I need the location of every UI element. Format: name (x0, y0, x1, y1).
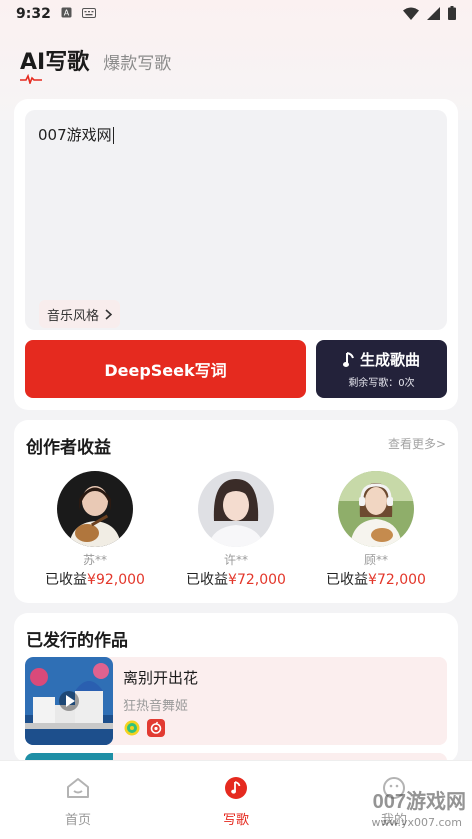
remaining-count: 剩余写歌：0次 (348, 378, 415, 389)
earnings-label: 已收益 (45, 572, 88, 588)
tab-hit-songs[interactable]: 爆款写歌 (103, 49, 171, 74)
avatar (338, 471, 414, 547)
creator-earnings: 已收益¥72,000 (176, 569, 296, 589)
creator-earnings-card: 创作者收益 查看更多> 苏** 已收益¥92,000 许** 已收益¥72,00… (14, 420, 458, 603)
qq-music-icon[interactable] (123, 719, 141, 737)
music-note-icon (186, 775, 286, 801)
netease-music-icon[interactable] (147, 719, 165, 737)
lyrics-editor-card: 007游戏网 音乐风格 DeepSeek写词 生成歌曲 剩余写歌：0次 (14, 99, 458, 410)
music-style-button[interactable]: 音乐风格 (39, 300, 121, 328)
song-title: 离别开出花 (123, 669, 199, 687)
earnings-amount: ¥92,000 (87, 572, 145, 588)
song-artist: 狂热音舞姬 (123, 699, 189, 714)
platform-icons (123, 719, 165, 737)
creator-name: 许** (223, 553, 248, 567)
generate-song-button[interactable]: 生成歌曲 剩余写歌：0次 (316, 340, 447, 398)
creator-name: 苏** (82, 553, 107, 567)
list-item[interactable]: 离别开出花 狂热音舞姬 (25, 657, 447, 745)
status-time: 9:32 (16, 6, 51, 22)
tab-home-label: 首页 (64, 813, 91, 828)
creator-earnings: 已收益¥72,000 (316, 569, 436, 589)
cellular-signal-icon (427, 6, 440, 24)
creator-card[interactable]: 苏** 已收益¥92,000 (35, 471, 155, 589)
avatar (57, 471, 133, 547)
creator-card[interactable]: 顾** 已收益¥72,000 (316, 471, 436, 589)
lyrics-input-text: 007游戏网 (38, 126, 112, 144)
svg-text:A: A (64, 9, 70, 18)
earnings-amount: ¥72,000 (228, 572, 286, 588)
tab-write-song-label: 写歌 (222, 813, 249, 828)
released-works-card: 已发行的作品 离别开出花 狂热音舞姬 (14, 613, 458, 763)
play-icon[interactable] (25, 657, 113, 745)
home-icon (28, 775, 128, 801)
earnings-label: 已收益 (186, 572, 229, 588)
page-title: AI写歌 (20, 50, 90, 75)
deepseek-button-label: DeepSeek写词 (104, 361, 227, 380)
watermark-logo: 007游戏网 (372, 791, 466, 813)
tab-ai-write-song[interactable]: AI写歌 (20, 44, 90, 84)
notification-a-icon: A (61, 7, 72, 21)
text-caret (112, 127, 114, 144)
keyboard-icon (81, 7, 96, 21)
pulse-underline-icon (20, 74, 42, 84)
status-bar: 9:32 A (0, 0, 472, 28)
chevron-right-icon (105, 308, 113, 320)
page-header: AI写歌 爆款写歌 (20, 44, 171, 84)
watermark-url: www.yx007.com (371, 816, 462, 829)
wifi-icon (403, 7, 419, 24)
generate-button-label: 生成歌曲 (359, 351, 420, 369)
lyrics-input[interactable]: 007游戏网 音乐风格 (25, 110, 447, 330)
music-note-icon (342, 351, 354, 367)
tab-home[interactable]: 首页 (28, 775, 128, 828)
works-section-title: 已发行的作品 (26, 631, 128, 651)
earnings-label: 已收益 (326, 572, 369, 588)
avatar (198, 471, 274, 547)
deepseek-write-lyrics-button[interactable]: DeepSeek写词 (25, 340, 306, 398)
battery-icon (448, 6, 456, 24)
creator-name: 顾** (363, 553, 388, 567)
song-cover-image[interactable] (25, 657, 113, 745)
creator-card[interactable]: 许** 已收益¥72,000 (176, 471, 296, 589)
music-style-label: 音乐风格 (47, 308, 100, 324)
earnings-section-title: 创作者收益 (26, 438, 111, 458)
creator-earnings: 已收益¥92,000 (35, 569, 155, 589)
earnings-amount: ¥72,000 (368, 572, 426, 588)
tab-write-song[interactable]: 写歌 (186, 775, 286, 828)
see-more-link[interactable]: 查看更多> (388, 435, 446, 452)
